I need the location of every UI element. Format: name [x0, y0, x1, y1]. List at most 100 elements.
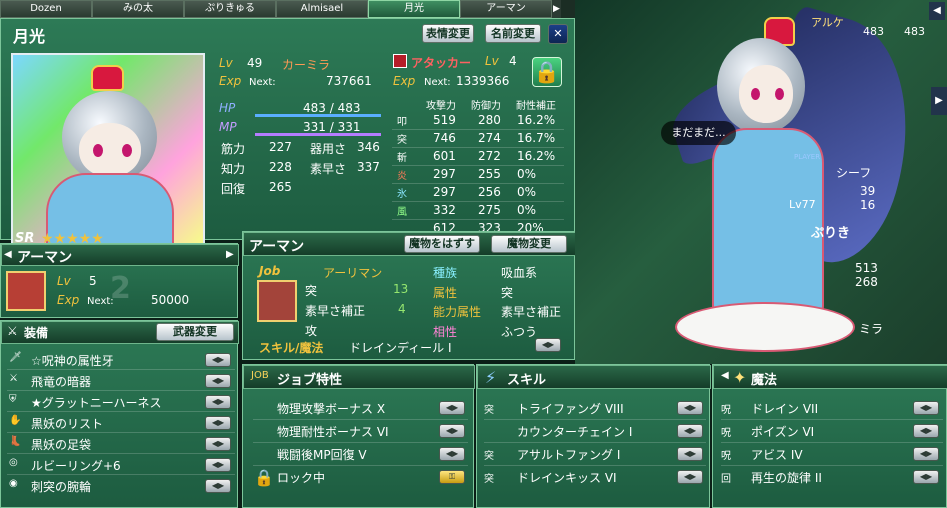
toggle-button[interactable]: ◀▶ [439, 401, 465, 415]
equipment-row[interactable]: 👢 黒妖の足袋 ◀▶ [7, 433, 235, 454]
stat-dex-value: 346 [357, 140, 380, 154]
change-monster-button[interactable]: 魔物変更 [491, 235, 567, 253]
monster-prev-icon[interactable]: ◀ [4, 249, 12, 260]
skill-row[interactable]: 突 トライファング VIII ◀▶ [484, 397, 706, 420]
toggle-button[interactable]: ◀▶ [205, 437, 231, 451]
stat-strength-label: 筋力 [221, 142, 246, 156]
tab-next-icon[interactable]: ▶ [552, 0, 561, 18]
rename-button[interactable]: 名前変更 [485, 24, 541, 43]
equipment-row[interactable]: 🗡 ☆呪神の属性牙 ◀▶ [7, 349, 235, 370]
magic-row[interactable]: 呪 ドレイン VII ◀▶ [721, 397, 943, 420]
skill-row[interactable]: カウンターチェイン I ◀▶ [484, 420, 706, 443]
toggle-button[interactable]: ◀▶ [677, 447, 703, 461]
monster-summary-panel: ◀ アーマン ▶ Lv 5 Exp Next: 50000 2 [0, 243, 239, 318]
equipment-item: 黒妖の足袋 [31, 438, 92, 452]
toggle-button[interactable]: ◀▶ [913, 470, 939, 484]
toggle-button[interactable]: ◀▶ [205, 395, 231, 409]
equipment-row[interactable]: ◉ 刺突の腕輪 ◀▶ [7, 475, 235, 496]
tab-dozen[interactable]: Dozen [0, 0, 92, 18]
magic-title: 魔法 [751, 373, 778, 388]
trait-row[interactable]: 戦闘後MP回復 V ◀▶ [253, 443, 468, 466]
weapon-change-button[interactable]: 武器変更 [156, 323, 234, 341]
key-button[interactable]: ⚿ [439, 470, 465, 484]
attacker-icon [393, 54, 407, 68]
master-next-label: Next: [424, 77, 451, 88]
skill-item: カウンターチェイン I [517, 425, 633, 439]
trait-item: 物理攻撃ボーナス X [277, 402, 386, 416]
toggle-button[interactable]: ◀▶ [205, 353, 231, 367]
monster-name: アーマン [17, 250, 73, 266]
magic-item: ポイズン VI [751, 425, 815, 439]
resistance-row: 氷 297 256 0% [392, 184, 564, 202]
lock-icon[interactable]: 🔒 [532, 57, 562, 87]
ally-mp: 16 [860, 198, 876, 212]
tab-purikyuru[interactable]: ぷりきゅる [184, 0, 276, 18]
magic-row[interactable]: 呪 アビス IV ◀▶ [721, 443, 943, 466]
equipment-row[interactable]: ⚔ 飛竜の暗器 ◀▶ [7, 370, 235, 391]
magic-row[interactable]: 呪 ポイズン VI ◀▶ [721, 420, 943, 443]
equipment-title: 装備 [24, 326, 49, 340]
equipment-row[interactable]: ◎ ルビーリング+6 ◀▶ [7, 454, 235, 475]
race-value: 吸血系 [501, 266, 538, 280]
main-weapon-icon: 🗡 [9, 352, 22, 363]
monster-skill: ドレインディール I [349, 341, 452, 355]
toggle-button[interactable]: ◀▶ [913, 447, 939, 461]
magic-row[interactable]: 回 再生の旋律 II ◀▶ [721, 466, 943, 489]
skill-row[interactable]: 突 アサルトファング I ◀▶ [484, 443, 706, 466]
bonus-stat: 素早さ補正 [305, 304, 366, 318]
scene-left-eye [751, 88, 760, 100]
hp-bar [255, 114, 381, 117]
scene-nav-icon[interactable]: ◀ [929, 2, 945, 20]
side-hp: 513 [855, 261, 878, 275]
game-scene: アルケ 483 483 まだまだ... PLAYER シーフ 39 16 Lv7… [575, 0, 947, 364]
close-button[interactable]: ✕ [548, 24, 568, 44]
tab-arman[interactable]: アーマン [460, 0, 552, 18]
toggle-button[interactable]: ◀▶ [205, 416, 231, 430]
tab-almisael[interactable]: Almisael [276, 0, 368, 18]
toggle-button[interactable]: ◀▶ [913, 401, 939, 415]
expression-change-button[interactable]: 表情変更 [422, 24, 474, 43]
scene-scroll-icon[interactable]: ▶ [931, 87, 947, 115]
crown-icon [91, 65, 124, 91]
tab-gekko[interactable]: 月光 [368, 0, 460, 18]
toggle-button[interactable]: ◀▶ [913, 424, 939, 438]
magic-prev-icon[interactable]: ◀ [721, 370, 729, 381]
toggle-button[interactable]: ◀▶ [205, 458, 231, 472]
resist-value: 274 [478, 131, 501, 145]
skill-row[interactable]: 突 ドレインキッス VI ◀▶ [484, 466, 706, 489]
scene-right-eye [775, 88, 784, 100]
resist-value: 297 [433, 167, 456, 181]
stat-strength-value: 227 [269, 140, 292, 154]
equipment-row[interactable]: ✋ 黒妖のリスト ◀▶ [7, 412, 235, 433]
resistance-row: 風 332 275 0% [392, 202, 564, 220]
trait-row[interactable]: 物理攻撃ボーナス X ◀▶ [253, 397, 468, 420]
stat-speed-value: 337 [357, 160, 380, 174]
ally-level: Lv77 [789, 198, 816, 211]
monster-lv-label: Lv [57, 274, 71, 288]
sword-icon: ⚔ [7, 324, 18, 338]
magic-item: 再生の旋律 II [751, 471, 822, 485]
monster-skill-toggle[interactable]: ◀▶ [535, 338, 561, 352]
toggle-button[interactable]: ◀▶ [205, 479, 231, 493]
master-lv-value: 4 [509, 54, 517, 68]
toggle-button[interactable]: ◀▶ [439, 447, 465, 461]
resist-value: 601 [433, 149, 456, 163]
toggle-button[interactable]: ◀▶ [677, 401, 703, 415]
trait-row[interactable]: 🔒 ロック中 ⚿ [253, 466, 468, 489]
toggle-button[interactable]: ◀▶ [677, 470, 703, 484]
toggle-button[interactable]: ◀▶ [439, 424, 465, 438]
monster-next-icon[interactable]: ▶ [226, 249, 234, 260]
equipment-item: 刺突の腕輪 [31, 480, 92, 494]
trait-row[interactable]: 物理耐性ボーナス VI ◀▶ [253, 420, 468, 443]
remove-monster-button[interactable]: 魔物をはずす [404, 235, 480, 253]
tab-minota[interactable]: みの太 [92, 0, 184, 18]
equipment-list: 🗡 ☆呪神の属性牙 ◀▶ ⚔ 飛竜の暗器 ◀▶ ⛨ ★グラットニーハーネス ◀▶ ✋ 黒妖のリ… [7, 349, 235, 504]
glove-icon: ✋ [9, 415, 22, 426]
job-traits-panel: JOB ジョブ特性 物理攻撃ボーナス X ◀▶ 物理耐性ボーナス VI ◀▶ 戦闘後… [242, 364, 475, 508]
boots-icon: 👢 [9, 436, 22, 447]
ice-icon: 氷 [397, 189, 407, 200]
equipment-row[interactable]: ⛨ ★グラットニーハーネス ◀▶ [7, 391, 235, 412]
resist-header-attack: 攻撃力 [426, 101, 456, 112]
toggle-button[interactable]: ◀▶ [205, 374, 231, 388]
toggle-button[interactable]: ◀▶ [677, 424, 703, 438]
